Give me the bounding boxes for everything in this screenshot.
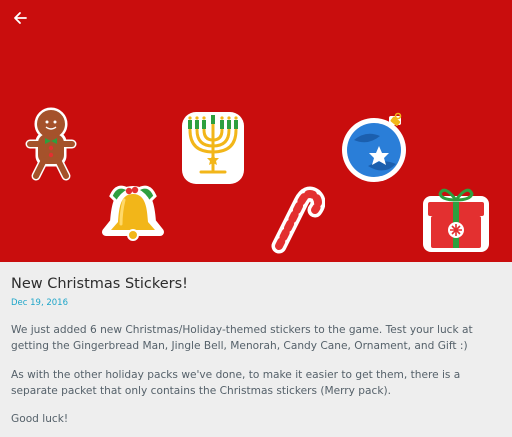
menorah-icon [182,112,244,184]
post-paragraph: Good luck! [11,413,69,425]
post-paragraph: We just added 6 new Christmas/Holiday-th… [11,324,473,352]
gingerbread-man-icon [25,107,77,181]
gift-icon [423,188,489,252]
post-title: New Christmas Stickers! [11,276,188,292]
ornament-icon [342,112,406,182]
hero-banner [0,0,512,262]
post-paragraph: As with the other holiday packs we've do… [11,369,461,397]
candy-cane-icon [271,186,325,254]
jingle-bell-icon [102,185,164,241]
arrow-left-icon [14,12,27,24]
post-date: Dec 19, 2016 [11,298,69,308]
back-button[interactable] [8,6,32,30]
